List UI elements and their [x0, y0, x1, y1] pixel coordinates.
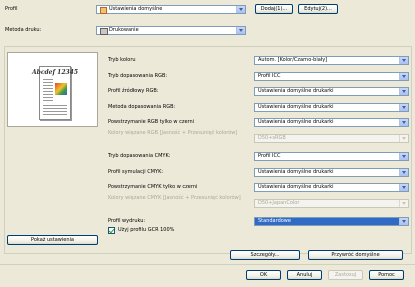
chevron-down-icon [399, 218, 408, 225]
printer-icon [100, 28, 108, 35]
edit-profile-button[interactable]: Edytuj(2)... [298, 4, 338, 14]
cmyk-gray-color-label: Kolory więzane CMYK [Jasność + Przesunię… [108, 195, 241, 201]
cmyk-matching-label: Tryb dopasowania CMYK: [108, 153, 171, 159]
rgb-keep-black-select[interactable]: Ustawienia domyślne drukarki [254, 118, 409, 127]
chevron-down-icon [236, 27, 245, 34]
chevron-down-icon [399, 135, 408, 142]
chevron-down-icon [399, 119, 408, 126]
restore-defaults-button[interactable]: Przywróć domyślne [308, 250, 403, 260]
output-profile-label: Profil wydruku: [108, 218, 146, 224]
chevron-down-icon [399, 73, 408, 80]
preview-image [55, 83, 67, 95]
rgb-source-label: Profil źródłowy RGB: [108, 88, 159, 94]
cmyk-sim-label: Profil symulacji CMYK: [108, 169, 164, 175]
chevron-down-icon [399, 104, 408, 111]
preview-text-lines [43, 79, 53, 103]
ok-button[interactable]: OK [246, 270, 281, 280]
rgb-method-label: Metoda dopasowania RGB: [108, 104, 176, 110]
profile-select[interactable]: Ustawienia domyślne [96, 5, 246, 14]
help-button[interactable]: Pomoc [369, 270, 404, 280]
color-mode-select[interactable]: Autom. [Kolor/Czarno-biały] [254, 56, 409, 65]
profile-icon [100, 7, 107, 14]
rgb-gray-color-label: Kolory więzane RGB [Jasność + Przesunięć… [108, 130, 238, 136]
cmyk-gray-color-select: D50+JapanColor [254, 199, 409, 208]
rgb-gray-color-select: D50+sRGB [254, 134, 409, 143]
chevron-down-icon [236, 6, 245, 13]
chevron-down-icon [399, 200, 408, 207]
rgb-matching-label: Tryb dopasowania RGB: [108, 73, 168, 79]
chevron-down-icon [399, 88, 408, 95]
footer-divider [0, 264, 415, 265]
chevron-down-icon [399, 184, 408, 191]
preview-page: Abcdef 12345 [32, 66, 78, 120]
apply-button: Zastosuj [328, 270, 363, 280]
gcr-label: Użyj profilu GCR 100% [118, 227, 175, 233]
print-method-label: Metoda druku: [5, 27, 42, 33]
gcr-checkbox[interactable] [108, 227, 115, 234]
chevron-down-icon [399, 169, 408, 176]
profile-label: Profil [5, 6, 18, 12]
print-method-select[interactable]: Drukowanie [96, 26, 246, 35]
chevron-down-icon [399, 57, 408, 64]
rgb-matching-select[interactable]: Profil ICC [254, 72, 409, 81]
rgb-source-select[interactable]: Ustawienia domyślne drukarki [254, 87, 409, 96]
cmyk-matching-select[interactable]: Profil ICC [254, 152, 409, 161]
checkmark-icon [108, 227, 115, 234]
output-profile-select[interactable]: Standardowe [254, 217, 409, 226]
preview-panel: Abcdef 12345 [7, 52, 98, 127]
add-profile-button[interactable]: Dodaj(1)... [255, 4, 293, 14]
cmyk-keep-black-select[interactable]: Ustawienia domyślne drukarki [254, 183, 409, 192]
rgb-method-select[interactable]: Ustawienia domyślne drukarki [254, 103, 409, 112]
rgb-keep-black-label: Powstrzymanie RGB tylko w czerni [108, 119, 195, 125]
cancel-button[interactable]: Anuluj [287, 270, 322, 280]
preview-text-lines-2 [43, 105, 67, 115]
chevron-down-icon [399, 153, 408, 160]
show-settings-button[interactable]: Pokaż ustawienia [7, 235, 98, 245]
cmyk-sim-select[interactable]: Ustawienia domyślne drukarki [254, 168, 409, 177]
color-mode-label: Tryb koloru [108, 57, 136, 63]
cmyk-keep-black-label: Powstrzymanie CMYK tylko w czerni [108, 184, 198, 190]
preview-sample-title: Abcdef 12345 [31, 69, 79, 76]
details-button[interactable]: Szczegóły... [230, 250, 300, 260]
